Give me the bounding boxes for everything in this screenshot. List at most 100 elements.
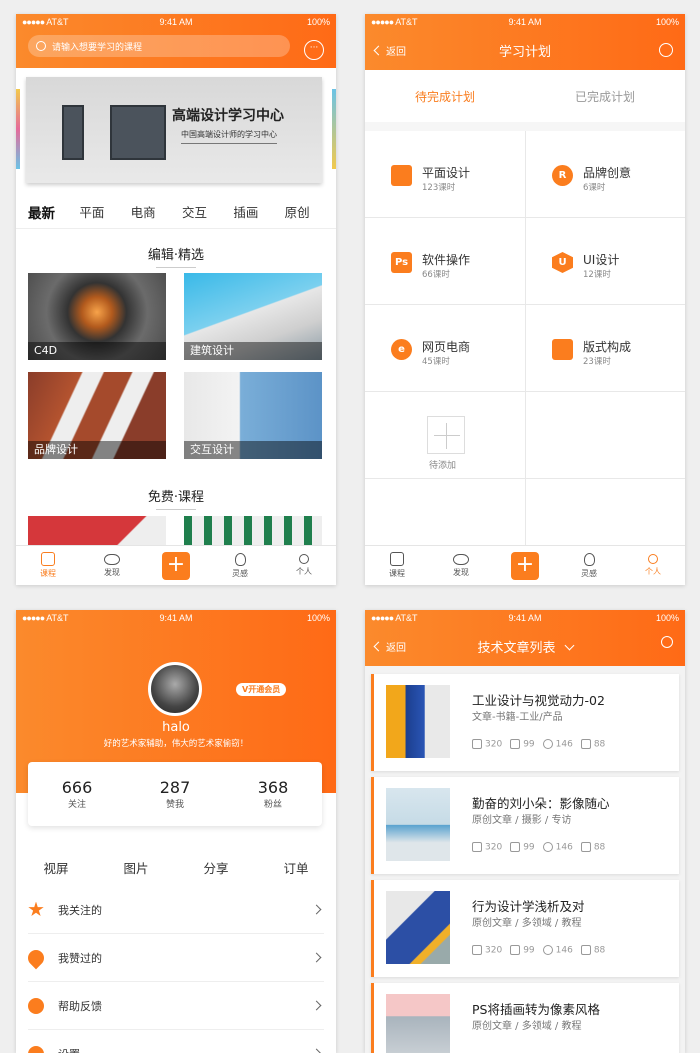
like-stat[interactable]: 320 (472, 739, 502, 750)
add-plan[interactable]: 待添加 (365, 392, 525, 478)
comment-stat[interactable]: 146 (542, 739, 573, 750)
plan-name: 品牌创意 (583, 166, 632, 180)
plan-item[interactable]: Ps 软件操作 66课时 (365, 218, 525, 304)
tabbar-profile[interactable]: 个人 (628, 554, 678, 577)
profile-screen: ●●●●● AT&T 9:41 AM 100% V开通会员 halo 好的艺术家… (16, 610, 336, 1053)
tab-ecommerce[interactable]: 电商 (131, 202, 182, 222)
search-input[interactable]: 请输入想要学习的课程 (28, 35, 290, 57)
comment-stat[interactable]: 146 (542, 945, 573, 956)
tab-original[interactable]: 原创 (285, 202, 336, 222)
menu-following[interactable]: 我关注的 (28, 886, 324, 934)
card-interaction[interactable]: 交互设计 (184, 372, 322, 459)
menu-settings[interactable]: 设置 (28, 1030, 324, 1053)
star-icon (510, 945, 521, 955)
like-stat[interactable]: 320 (472, 945, 502, 956)
comment-stat[interactable]: 146 (542, 842, 573, 853)
star-icon (28, 901, 44, 917)
tabbar-add[interactable]: + (151, 551, 201, 580)
tabbar-label: 灵感 (581, 568, 597, 578)
card-brand[interactable]: 品牌设计 (28, 372, 166, 459)
share-stat[interactable]: 88 (580, 739, 605, 750)
share-count: 88 (593, 945, 606, 956)
avatar[interactable] (148, 662, 202, 716)
tabbar-label: 个人 (645, 567, 661, 576)
back-button[interactable]: 返回 (373, 43, 406, 58)
stat-following[interactable]: 666 关注 (62, 778, 93, 810)
menu-label: 我赞过的 (58, 951, 102, 965)
star-stat[interactable]: 99 (510, 739, 535, 750)
plan-name: 平面设计 (422, 166, 471, 180)
plan-item[interactable]: R 品牌创意 6课时 (526, 131, 685, 217)
status-bar: ●●●●● AT&T 9:41 AM 100% (365, 14, 685, 30)
alarm-icon[interactable] (659, 43, 673, 57)
plus-icon (427, 416, 465, 454)
stats-card: 666 关注 287 赞我 368 粉丝 (28, 762, 322, 826)
tabbar-label: 课程 (40, 569, 56, 578)
plus-icon: + (162, 551, 190, 580)
tabbar-discover[interactable]: 发现 (436, 553, 486, 578)
message-icon[interactable]: ··· (304, 40, 324, 60)
share-stat[interactable]: 88 (580, 945, 606, 956)
tab-interaction[interactable]: 交互 (182, 202, 233, 222)
search-icon[interactable] (661, 636, 673, 648)
search-placeholder: 请输入想要学习的课程 (52, 42, 143, 53)
tabbar-add[interactable]: + (500, 551, 550, 580)
like-count: 320 (485, 842, 503, 853)
r-icon: R (552, 165, 573, 186)
article-tags: 原创文章 / 摄影 / 专访 (472, 815, 572, 826)
plan-item[interactable]: 平面设计 123课时 (365, 131, 525, 217)
plan-item[interactable]: 版式构成 23课时 (526, 305, 685, 391)
stat-fans[interactable]: 368 粉丝 (258, 778, 289, 810)
menu-feedback[interactable]: 帮助反馈 (28, 982, 324, 1030)
tabbar-inspiration[interactable]: 灵感 (215, 552, 265, 579)
plan-item[interactable]: e 网页电商 45课时 (365, 305, 525, 391)
back-button[interactable]: 返回 (373, 639, 406, 654)
tabbar-discover[interactable]: 发现 (87, 553, 137, 578)
title-dropdown[interactable]: 技术文章列表 (477, 637, 574, 656)
tabbar-course[interactable]: 课程 (23, 552, 73, 579)
share-stat[interactable]: 88 (580, 842, 605, 853)
card-architecture[interactable]: 建筑设计 (184, 273, 322, 360)
header: ●●●●● AT&T 9:41 AM 100% 返回 学习计划 (365, 14, 685, 70)
card-c4d[interactable]: C4D (28, 273, 166, 360)
tab-illustration[interactable]: 插画 (233, 202, 284, 222)
back-label: 返回 (386, 642, 406, 654)
star-stat[interactable]: 99 (510, 945, 535, 956)
banner[interactable]: 高端设计学习中心 中国高端设计师的学习中心 (26, 77, 322, 183)
divider (16, 228, 336, 229)
tabbar-profile[interactable]: 个人 (279, 554, 329, 577)
star-stat[interactable]: 99 (510, 842, 535, 853)
vip-button[interactable]: V开通会员 (236, 683, 287, 696)
star-icon (510, 739, 521, 749)
article-card[interactable]: PS将插画转为像素风格 原创文章 / 多领域 / 教程 (371, 983, 679, 1053)
plan-name: UI设计 (583, 253, 620, 267)
quick-images[interactable]: 图片 (123, 858, 148, 877)
article-meta: 320 99 146 88 (472, 739, 605, 750)
tabbar-inspiration[interactable]: 灵感 (564, 552, 614, 579)
bulb-icon (234, 552, 246, 566)
card-free-2[interactable] (184, 516, 322, 546)
article-card[interactable]: 行为设计学浅析及对 原创文章 / 多领域 / 教程 320 99 146 88 (371, 880, 679, 977)
quick-orders[interactable]: 订单 (283, 858, 308, 877)
nav-bar: 返回 学习计划 (365, 30, 685, 70)
plan-hours: 66课时 (422, 270, 450, 280)
comment-icon (542, 842, 553, 852)
tabbar-course[interactable]: 课程 (372, 552, 422, 579)
menu-liked[interactable]: 我赞过的 (24, 934, 324, 982)
quick-share[interactable]: 分享 (203, 858, 228, 877)
article-card[interactable]: 勤奋的刘小朵：影像随心 原创文章 / 摄影 / 专访 320 99 146 88 (371, 777, 679, 874)
plan-item[interactable]: U UI设计 12课时 (526, 218, 685, 304)
tab-latest[interactable]: 最新 (28, 202, 79, 222)
card-free-1[interactable] (28, 516, 166, 546)
tab-pending[interactable]: 待完成计划 (415, 88, 475, 105)
quick-video[interactable]: 视屏 (43, 858, 68, 877)
ui-icon: U (552, 252, 573, 273)
tab-graphic[interactable]: 平面 (79, 202, 130, 222)
gear-icon (28, 1045, 44, 1053)
stat-likes[interactable]: 287 赞我 (160, 778, 191, 810)
article-card[interactable]: 工业设计与视觉动力-02 文章-书籍-工业/产品 320 99 146 88 (371, 674, 679, 771)
article-thumbnail (386, 891, 450, 964)
tab-completed[interactable]: 已完成计划 (575, 88, 635, 105)
status-bar: ●●●●● AT&T 9:41 AM 100% (365, 610, 685, 626)
like-stat[interactable]: 320 (472, 842, 502, 853)
